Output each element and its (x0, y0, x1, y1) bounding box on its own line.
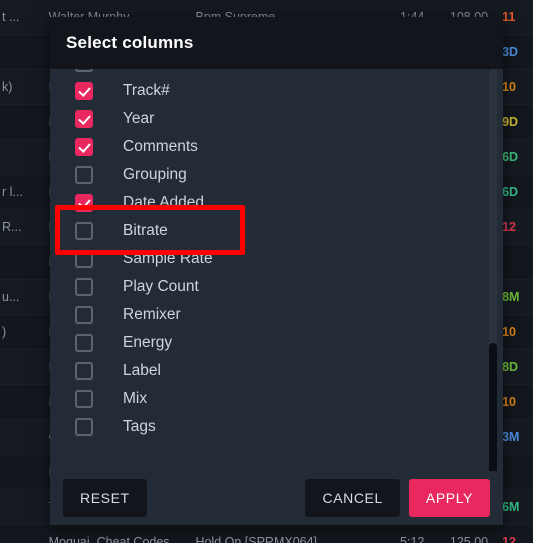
column-option-remixer[interactable]: Remixer (50, 301, 503, 329)
cell-a: ) (2, 325, 7, 339)
column-option-bitrate[interactable]: Bitrate (50, 217, 503, 245)
column-option-sample-rate[interactable]: Sample Rate (50, 245, 503, 273)
dialog-footer: RESET CANCEL APPLY (50, 471, 503, 525)
select-columns-dialog: Select columns Disc# Track# Year Comments Gr… (50, 17, 503, 525)
cell-title: Hold On [SPRMX064] (195, 535, 318, 543)
column-option-label[interactable]: Label (50, 357, 503, 385)
dialog-body[interactable]: Disc# Track# Year Comments Grouping Date Adde… (50, 69, 503, 471)
cell-a: t ... (2, 10, 20, 24)
column-option-label: Label (123, 362, 161, 379)
column-option-label: Comments (123, 138, 198, 155)
column-option-label: Date Added (123, 194, 205, 211)
column-option-energy[interactable]: Energy (50, 329, 503, 357)
checkbox-checked-icon[interactable] (75, 138, 93, 156)
column-option-disc[interactable]: Disc# (50, 69, 503, 77)
cell-a: k) (2, 80, 13, 94)
checkbox-unchecked-icon[interactable] (75, 250, 93, 268)
column-option-label: Energy (123, 334, 173, 351)
dialog-scroll-thumb[interactable] (489, 343, 497, 471)
checkbox-unchecked-icon[interactable] (75, 69, 93, 72)
checkbox-unchecked-icon[interactable] (75, 362, 93, 380)
checkbox-checked-icon[interactable] (75, 194, 93, 212)
cell-a: R... (2, 220, 22, 234)
column-option-label: Remixer (123, 306, 181, 323)
column-option-label: Sample Rate (123, 250, 213, 267)
checkbox-checked-icon[interactable] (75, 110, 93, 128)
cell-a: u... (2, 290, 20, 304)
column-option-year[interactable]: Year (50, 105, 503, 133)
column-option-date-added[interactable]: Date Added (50, 189, 503, 217)
apply-button[interactable]: APPLY (408, 479, 490, 517)
reset-button[interactable]: RESET (63, 479, 147, 517)
cell-artist: Moguai, Cheat Codes (48, 535, 170, 543)
column-option-list: Disc# Track# Year Comments Grouping Date Adde… (50, 69, 503, 441)
column-option-label: Year (123, 110, 155, 127)
checkbox-checked-icon[interactable] (75, 82, 93, 100)
column-option-grouping[interactable]: Grouping (50, 161, 503, 189)
column-option-comments[interactable]: Comments (50, 133, 503, 161)
checkbox-unchecked-icon[interactable] (75, 306, 93, 324)
column-option-mix[interactable]: Mix (50, 385, 503, 413)
cell-key: 12 (502, 535, 517, 543)
checkbox-unchecked-icon[interactable] (75, 222, 93, 240)
checkbox-unchecked-icon[interactable] (75, 166, 93, 184)
app-window: t ...Walter MurphyBpm Supreme1:44108.001… (0, 0, 533, 543)
dialog-header: Select columns (50, 17, 503, 69)
cell-a: r l... (2, 185, 23, 199)
dialog-title: Select columns (66, 33, 194, 52)
column-option-label: Disc# (123, 69, 162, 72)
column-option-play-count[interactable]: Play Count (50, 273, 503, 301)
checkbox-unchecked-icon[interactable] (75, 278, 93, 296)
column-option-label: Mix (123, 390, 148, 407)
table-row[interactable]: Moguai, Cheat Codes Hold On [SPRMX064] 5:1… (0, 525, 533, 543)
checkbox-unchecked-icon[interactable] (75, 418, 93, 436)
column-option-label: Bitrate (123, 222, 168, 239)
column-option-label: Track# (123, 82, 170, 99)
dialog-scrollbar[interactable] (489, 69, 497, 471)
cancel-button[interactable]: CANCEL (305, 479, 400, 517)
cell-time: 5:12 (400, 535, 425, 543)
column-option-label: Play Count (123, 278, 199, 295)
checkbox-unchecked-icon[interactable] (75, 390, 93, 408)
cell-bpm: 125.00 (449, 535, 489, 543)
checkbox-unchecked-icon[interactable] (75, 334, 93, 352)
column-option-track[interactable]: Track# (50, 77, 503, 105)
column-option-label: Tags (123, 418, 156, 435)
column-option-label: Grouping (123, 166, 187, 183)
column-option-tags[interactable]: Tags (50, 413, 503, 441)
